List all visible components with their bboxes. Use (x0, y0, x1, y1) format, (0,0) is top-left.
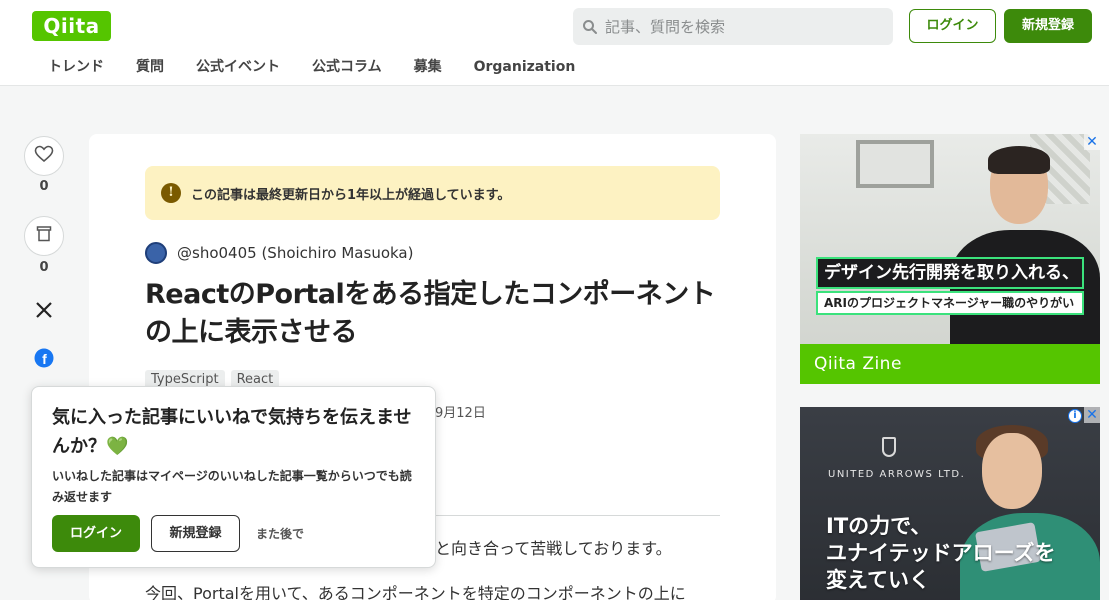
share-facebook-button[interactable]: f (24, 347, 64, 373)
popup-login-button[interactable]: ログイン (52, 515, 140, 552)
nav-item-recruit[interactable]: 募集 (398, 56, 458, 78)
stock-button[interactable] (24, 216, 64, 256)
share-x-button[interactable] (24, 299, 64, 325)
nav-item-events[interactable]: 公式イベント (180, 56, 296, 78)
ad-brand-name: UNITED ARROWS LTD. (828, 469, 966, 480)
article-body-line: と向き合って苦戦しております。 (435, 539, 672, 558)
ad-copy: ITの力で、 ユナイテッドアローズを 変えていく (826, 513, 1056, 594)
global-header: Qiita ログイン 新規登録 トレンド 質問 公式イベント 公式コラム 募集 … (0, 0, 1109, 86)
notice-text: この記事は最終更新日から1年以上が経過しています。 (191, 187, 511, 203)
header-login-button[interactable]: ログイン (909, 9, 996, 43)
adchoices-icon[interactable]: i (1068, 409, 1082, 423)
ad-headline: デザイン先行開発を取り入れる、 (816, 257, 1084, 289)
post-date: 9月12日 (435, 406, 486, 421)
ad-copy-line: ユナイテッドアローズを (826, 541, 1056, 565)
facebook-icon: f (34, 348, 54, 372)
nav-item-trend[interactable]: トレンド (32, 56, 120, 78)
header-signup-button[interactable]: 新規登録 (1004, 9, 1092, 43)
outdated-notice: ! この記事は最終更新日から1年以上が経過しています。 (145, 166, 720, 220)
popup-description: いいねした記事はマイページのいいねした記事一覧からいつでも読み返せます (52, 469, 412, 504)
ad-banner-united-arrows[interactable]: UNITED ARROWS LTD. ITの力で、 ユナイテッドアローズを 変え… (800, 407, 1100, 600)
info-icon: ! (161, 183, 181, 203)
nav-item-columns[interactable]: 公式コラム (296, 56, 398, 78)
popup-title: 気に入った記事にいいねで気持ちを伝えませんか？💚 (52, 403, 422, 461)
stock-icon (36, 225, 52, 247)
ad-copy-line: ITの力で、 (826, 514, 932, 538)
nav-item-organization[interactable]: Organization (458, 56, 592, 78)
ad-banner-qiita-zine[interactable]: デザイン先行開発を取り入れる、 ARIのプロジェクトマネージャー職のやりがい Q… (800, 134, 1100, 384)
heart-icon (34, 145, 54, 167)
svg-text:f: f (42, 351, 47, 367)
popup-later-link[interactable]: また後で (256, 525, 304, 542)
popup-signup-button[interactable]: 新規登録 (151, 515, 240, 552)
united-arrows-logo-icon (882, 437, 896, 457)
qiita-zine-logo: Qiita Zine (800, 344, 1100, 384)
article-body-line: 今回、Portalを用いて、あるコンポーネントを特定のコンポーネントの上に (145, 584, 686, 600)
article-title: ReactのPortalをある指定したコンポーネントの上に表示させる (145, 279, 716, 348)
ad-copy-line: 変えていく (826, 568, 930, 592)
ad-close-icon[interactable]: ✕ (1084, 134, 1100, 150)
search-icon (581, 18, 599, 36)
like-button[interactable] (24, 136, 64, 176)
ad-background-frame (856, 140, 934, 188)
ad-close-icon[interactable]: ✕ (1084, 407, 1100, 423)
search-input[interactable] (605, 17, 885, 36)
author-name[interactable]: @sho0405 (Shoichiro Masuoka) (177, 244, 413, 262)
like-prompt-popup: 気に入った記事にいいねで気持ちを伝えませんか？💚 いいねした記事はマイページのい… (31, 386, 436, 568)
green-heart-icon: 💚 (106, 436, 129, 457)
avatar (145, 242, 167, 264)
stock-count: 0 (39, 260, 49, 275)
x-logo-icon (35, 301, 53, 323)
global-nav: トレンド 質問 公式イベント 公式コラム 募集 Organization (32, 56, 591, 78)
qiita-logo[interactable]: Qiita (32, 11, 111, 41)
author-link[interactable]: @sho0405 (Shoichiro Masuoka) (145, 242, 413, 264)
search-box[interactable] (573, 8, 893, 45)
like-count: 0 (39, 179, 49, 194)
ad-subline: ARIのプロジェクトマネージャー職のやりがい (816, 291, 1084, 315)
nav-item-questions[interactable]: 質問 (120, 56, 180, 78)
